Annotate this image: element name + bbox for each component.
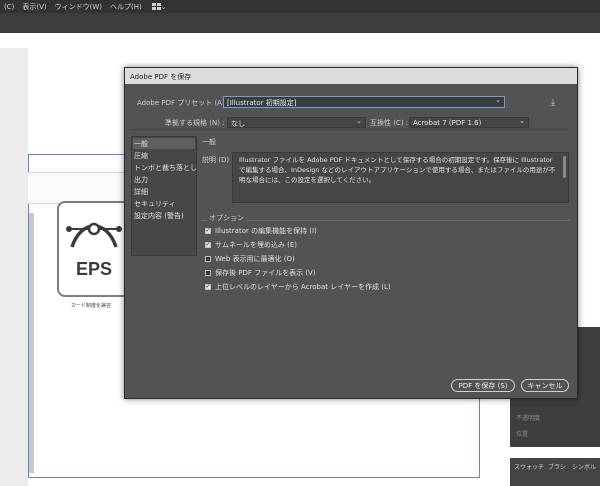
dialog-title: Adobe PDF を保存: [130, 73, 192, 81]
option-label: 保存後 PDF ファイルを表示 (V): [215, 269, 316, 277]
option-label: サムネールを埋め込み (E): [215, 241, 297, 249]
opacity-label: 不透明度: [516, 415, 541, 422]
bezier-path-icon: [66, 222, 122, 248]
workspace-switcher[interactable]: ⌄: [151, 2, 167, 11]
artboard-scrollbar[interactable]: [29, 213, 34, 473]
pasteboard: [0, 48, 28, 486]
cancel-button[interactable]: キャンセル: [521, 379, 569, 392]
option-optimize-web[interactable]: Web 表示用に最適化 (O): [205, 254, 295, 264]
divider: [133, 129, 569, 130]
eps-caption: カード制度化兼容: [70, 303, 111, 309]
compat-label: 互換性 (C) :: [370, 119, 409, 127]
preset-value: [Illustrator 初期設定]: [227, 99, 297, 107]
category-general[interactable]: 一般: [134, 139, 148, 149]
artboard-header-strip: [28, 172, 124, 204]
position-label: 位置: [516, 431, 529, 438]
document-tab-bar: [0, 13, 600, 33]
eps-file-icon[interactable]: EPS: [57, 201, 131, 297]
preset-select[interactable]: [Illustrator 初期設定] ⌄: [223, 96, 505, 108]
chevron-down-icon: ⌄: [495, 96, 501, 104]
category-compression[interactable]: 圧縮: [134, 151, 148, 161]
preset-label: Adobe PDF プリセット (A) :: [137, 99, 230, 107]
tab-brushes[interactable]: ブラシ: [548, 462, 566, 471]
chevron-down-icon: ⌄: [356, 117, 362, 125]
options-label: オプション: [207, 213, 246, 223]
option-create-acrobat-layers[interactable]: ✓ 上位レベルのレイヤーから Acrobat レイヤーを作成 (L): [205, 282, 391, 292]
standard-value: なし: [231, 120, 245, 128]
chevron-down-icon: ⌄: [160, 2, 167, 11]
category-summary[interactable]: 設定内容 (警告): [134, 211, 184, 221]
menu-item-view[interactable]: 表示(V): [22, 2, 46, 12]
save-preset-icon[interactable]: ⤓: [551, 98, 555, 108]
menu-item-c[interactable]: (C): [4, 3, 14, 11]
option-embed-thumbnails[interactable]: ✓ サムネールを埋め込み (E): [205, 240, 297, 250]
tab-swatches[interactable]: スウォッチ: [514, 462, 544, 471]
swatch-panel-tabs: スウォッチ ブラシ シンボル: [510, 458, 600, 486]
save-pdf-dialog: Adobe PDF を保存 Adobe PDF プリセット (A) : [Ill…: [124, 67, 578, 399]
chevron-down-icon: ⌄: [519, 117, 525, 125]
dialog-title-bar[interactable]: Adobe PDF を保存: [125, 68, 577, 84]
description-text: Illustrator ファイルを Adobe PDF ドキュメントとして保存す…: [239, 156, 556, 184]
standard-select[interactable]: なし ⌄: [227, 117, 366, 128]
menu-item-help[interactable]: ヘルプ(H): [110, 2, 142, 12]
grid-icon: [151, 3, 161, 10]
checkbox-unchecked-icon[interactable]: [205, 256, 211, 262]
option-label: 上位レベルのレイヤーから Acrobat レイヤーを作成 (L): [215, 283, 391, 291]
category-advanced[interactable]: 詳細: [134, 187, 148, 197]
checkbox-checked-icon[interactable]: ✓: [205, 228, 211, 234]
option-view-after-save[interactable]: 保存後 PDF ファイルを表示 (V): [205, 268, 316, 278]
section-title: 一般: [202, 138, 216, 146]
compat-select[interactable]: Acrobat 7 (PDF 1.6) ⌄: [409, 117, 529, 128]
checkbox-unchecked-icon[interactable]: [205, 270, 211, 276]
eps-label: EPS: [75, 259, 113, 279]
checkbox-checked-icon[interactable]: ✓: [205, 242, 211, 248]
tab-symbols[interactable]: シンボル: [572, 462, 596, 471]
description-field[interactable]: Illustrator ファイルを Adobe PDF ドキュメントとして保存す…: [232, 152, 569, 203]
category-output[interactable]: 出力: [134, 175, 148, 185]
menubar: (C) 表示(V) ウィンドウ(W) ヘルプ(H) ⌄: [0, 0, 600, 13]
option-label: Web 表示用に最適化 (O): [215, 255, 295, 263]
category-security[interactable]: セキュリティ: [134, 199, 176, 209]
description-label: 説明 (D) :: [202, 156, 234, 164]
save-pdf-button[interactable]: PDF を保存 (S): [451, 379, 515, 392]
standard-label: 準拠する規格 (N) :: [165, 119, 225, 127]
menu-item-window[interactable]: ウィンドウ(W): [55, 2, 102, 12]
option-preserve-editing[interactable]: ✓ Illustrator の編集機能を保持 (I): [205, 226, 317, 236]
checkbox-checked-icon[interactable]: ✓: [205, 284, 211, 290]
description-scrollbar[interactable]: [563, 156, 566, 178]
category-marks-bleeds[interactable]: トンボと裁ち落とし: [134, 163, 197, 173]
option-label: Illustrator の編集機能を保持 (I): [215, 227, 317, 235]
compat-value: Acrobat 7 (PDF 1.6): [413, 119, 482, 127]
category-list: 一般 圧縮 トンボと裁ち落とし 出力 詳細 セキュリティ 設定内容 (警告): [131, 136, 197, 256]
